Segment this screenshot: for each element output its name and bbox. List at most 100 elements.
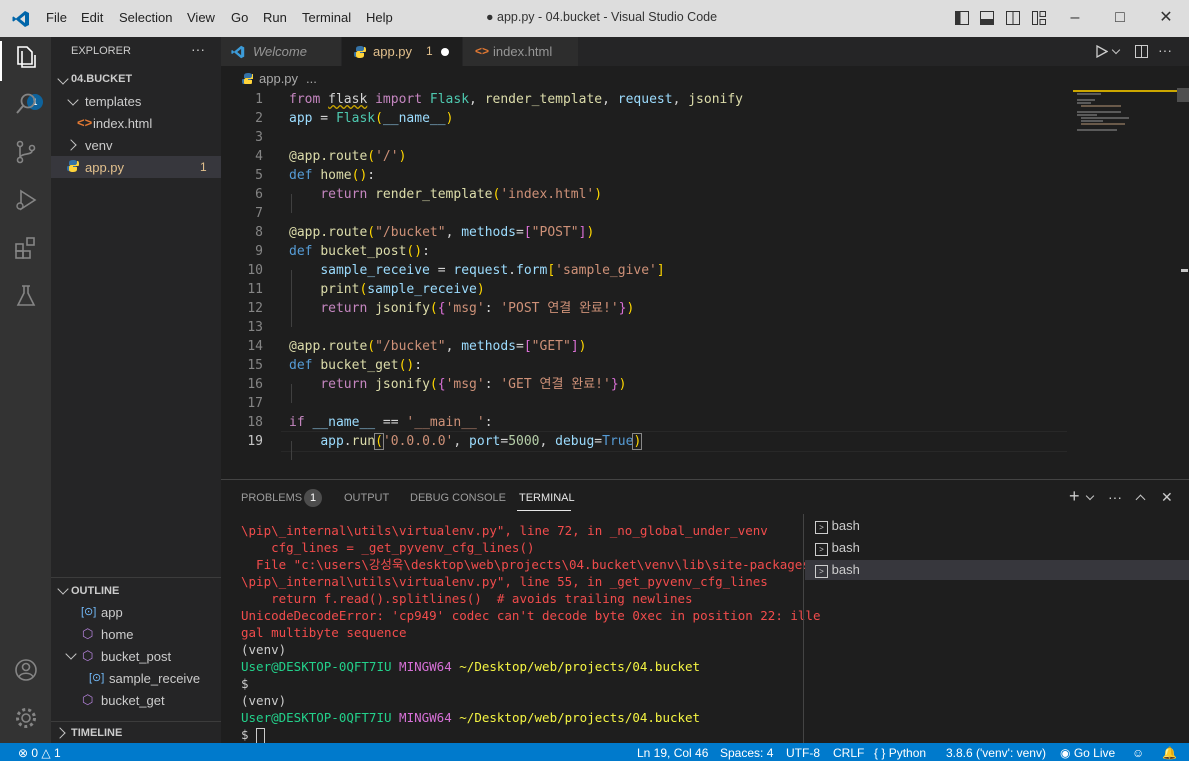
explorer-title: EXPLORER xyxy=(71,45,131,57)
tab-app-py[interactable]: app.py 1 xyxy=(342,37,462,66)
manage-gear-icon[interactable] xyxy=(13,705,39,731)
close-window-icon[interactable]: ✕ xyxy=(1157,9,1175,27)
terminal-line: File "c:\users\강성욱\desktop\web\projects\… xyxy=(241,557,810,572)
terminal-icon: > xyxy=(815,565,828,578)
workspace-folder[interactable]: 04.BUCKET xyxy=(71,73,132,85)
terminal-dollar: $ xyxy=(241,676,249,691)
breadcrumb-file[interactable]: app.py xyxy=(259,71,298,86)
menu-view[interactable]: View xyxy=(187,10,215,25)
code-line-6: return render_template('index.html') xyxy=(320,187,603,202)
line-number: 15 xyxy=(247,358,263,373)
terminal-venv: (venv) xyxy=(241,693,287,708)
code-line-11: print(sample_receive) xyxy=(320,282,485,297)
accounts-icon[interactable] xyxy=(13,657,39,683)
maximize-icon[interactable]: □ xyxy=(1111,9,1129,27)
tree-item-app-py[interactable]: app.py xyxy=(85,160,124,175)
code-editor[interactable]: app.py ... 1 2 3 4 5 6 7 8 9 10 11 12 13 14 15 16 17 18 19… xyxy=(221,66,1189,479)
outline-item-app[interactable]: app xyxy=(101,605,123,620)
tab-problems[interactable]: PROBLEMS xyxy=(241,492,302,504)
notifications-bell-icon[interactable]: 🔔 xyxy=(1162,746,1177,760)
line-number: 11 xyxy=(247,282,263,297)
chevron-right-icon xyxy=(54,727,66,739)
status-language[interactable]: { } Python xyxy=(874,746,926,760)
status-indent[interactable]: Spaces: 4 xyxy=(720,746,773,760)
chevron-down-icon[interactable] xyxy=(1085,491,1095,501)
unsaved-dot-icon[interactable] xyxy=(441,48,449,56)
terminal-input-line[interactable]: $ xyxy=(241,726,266,744)
minimap[interactable] xyxy=(1073,88,1177,134)
panel-more-icon[interactable]: ··· xyxy=(1108,489,1122,505)
editor-more-icon[interactable]: ··· xyxy=(1158,42,1172,58)
editor-scrollbar-slider[interactable] xyxy=(1177,88,1189,102)
line-number: 5 xyxy=(255,168,263,183)
problems-count-badge: 1 xyxy=(304,489,322,507)
search-icon[interactable] xyxy=(13,91,39,117)
terminal-icon: > xyxy=(815,543,828,556)
run-file-icon[interactable] xyxy=(1096,45,1108,58)
explorer-more-icon[interactable]: ··· xyxy=(191,41,205,57)
terminal-line: \pip\_internal\utils\virtualenv.py", lin… xyxy=(241,574,768,589)
menu-go[interactable]: Go xyxy=(231,10,248,25)
menu-help[interactable]: Help xyxy=(366,10,393,25)
menu-run[interactable]: Run xyxy=(263,10,287,25)
outline-item-bucket-post[interactable]: bucket_post xyxy=(101,649,171,664)
menu-terminal[interactable]: Terminal xyxy=(302,10,351,25)
split-editor-icon[interactable] xyxy=(1135,45,1148,58)
variable-icon: [⊙] xyxy=(81,606,97,618)
code-line-15: def bucket_get(): xyxy=(289,358,423,373)
feedback-icon[interactable]: ☺ xyxy=(1132,746,1144,760)
tab-output[interactable]: OUTPUT xyxy=(344,492,389,504)
title-bar: File Edit Selection View Go Run Terminal… xyxy=(0,0,1189,37)
code-line-16: return jsonify({'msg': 'GET 연결 완료!'}) xyxy=(320,377,627,392)
outline-item-home[interactable]: home xyxy=(101,627,134,642)
timeline-title[interactable]: TIMELINE xyxy=(71,727,122,739)
cursor-ruler-marker xyxy=(1181,269,1188,272)
toggle-secondary-sidebar-icon[interactable] xyxy=(1006,11,1020,25)
status-eol[interactable]: CRLF xyxy=(833,746,864,760)
status-interpreter[interactable]: 3.8.6 ('venv': venv) xyxy=(946,746,1046,760)
outline-item-sample-receive[interactable]: sample_receive xyxy=(109,671,200,686)
chevron-right-icon xyxy=(65,139,77,151)
run-debug-icon[interactable] xyxy=(13,187,39,213)
tab-welcome[interactable]: Welcome xyxy=(221,37,341,66)
tab-app-py-label: app.py xyxy=(373,44,413,59)
menu-selection[interactable]: Selection xyxy=(119,10,172,25)
line-number: 13 xyxy=(247,320,263,335)
toggle-sidebar-icon[interactable] xyxy=(955,11,969,25)
chevron-down-icon xyxy=(57,583,69,595)
explorer-icon[interactable] xyxy=(13,44,39,70)
outline-item-bucket-get[interactable]: bucket_get xyxy=(101,693,165,708)
html-file-icon: <> xyxy=(77,115,93,130)
terminal-session-2[interactable]: > bash xyxy=(815,540,860,556)
tab-terminal[interactable]: TERMINAL xyxy=(519,492,575,504)
new-terminal-icon[interactable]: + xyxy=(1069,486,1080,507)
status-problems[interactable]: ⊗ 0 △ 1 xyxy=(18,746,61,760)
chevron-down-icon[interactable] xyxy=(1111,45,1121,55)
maximize-panel-icon[interactable] xyxy=(1135,494,1146,505)
status-position[interactable]: Ln 19, Col 46 xyxy=(637,746,708,760)
menu-edit[interactable]: Edit xyxy=(81,10,103,25)
testing-icon[interactable] xyxy=(13,283,39,309)
tab-debug-console[interactable]: DEBUG CONSOLE xyxy=(410,492,506,504)
status-go-live[interactable]: ◉ Go Live xyxy=(1060,746,1115,760)
customize-layout-icon[interactable] xyxy=(1032,11,1046,25)
terminal-icon: > xyxy=(815,521,828,534)
tree-item-venv[interactable]: venv xyxy=(85,138,112,153)
minimize-icon[interactable]: – xyxy=(1066,9,1084,27)
tree-item-index-html[interactable]: index.html xyxy=(93,116,152,131)
terminal-session-1[interactable]: > bash xyxy=(815,518,860,534)
terminal-session-3[interactable]: > bash xyxy=(815,562,860,578)
menu-file[interactable]: File xyxy=(46,10,67,25)
status-encoding[interactable]: UTF-8 xyxy=(786,746,820,760)
code-line-14: @app.route("/bucket", methods=["GET"]) xyxy=(289,339,587,354)
extensions-icon[interactable] xyxy=(13,235,39,261)
tab-index-html[interactable]: <> index.html xyxy=(463,37,578,66)
method-icon: ⬡ xyxy=(82,648,94,663)
outline-title[interactable]: OUTLINE xyxy=(71,585,119,597)
source-control-icon[interactable] xyxy=(13,139,39,165)
terminal-line: \pip\_internal\utils\virtualenv.py", lin… xyxy=(241,523,768,538)
toggle-panel-icon[interactable] xyxy=(980,11,994,25)
close-panel-icon[interactable]: ✕ xyxy=(1161,489,1173,506)
tree-item-templates[interactable]: templates xyxy=(85,94,141,109)
breadcrumb-rest[interactable]: ... xyxy=(306,71,317,86)
